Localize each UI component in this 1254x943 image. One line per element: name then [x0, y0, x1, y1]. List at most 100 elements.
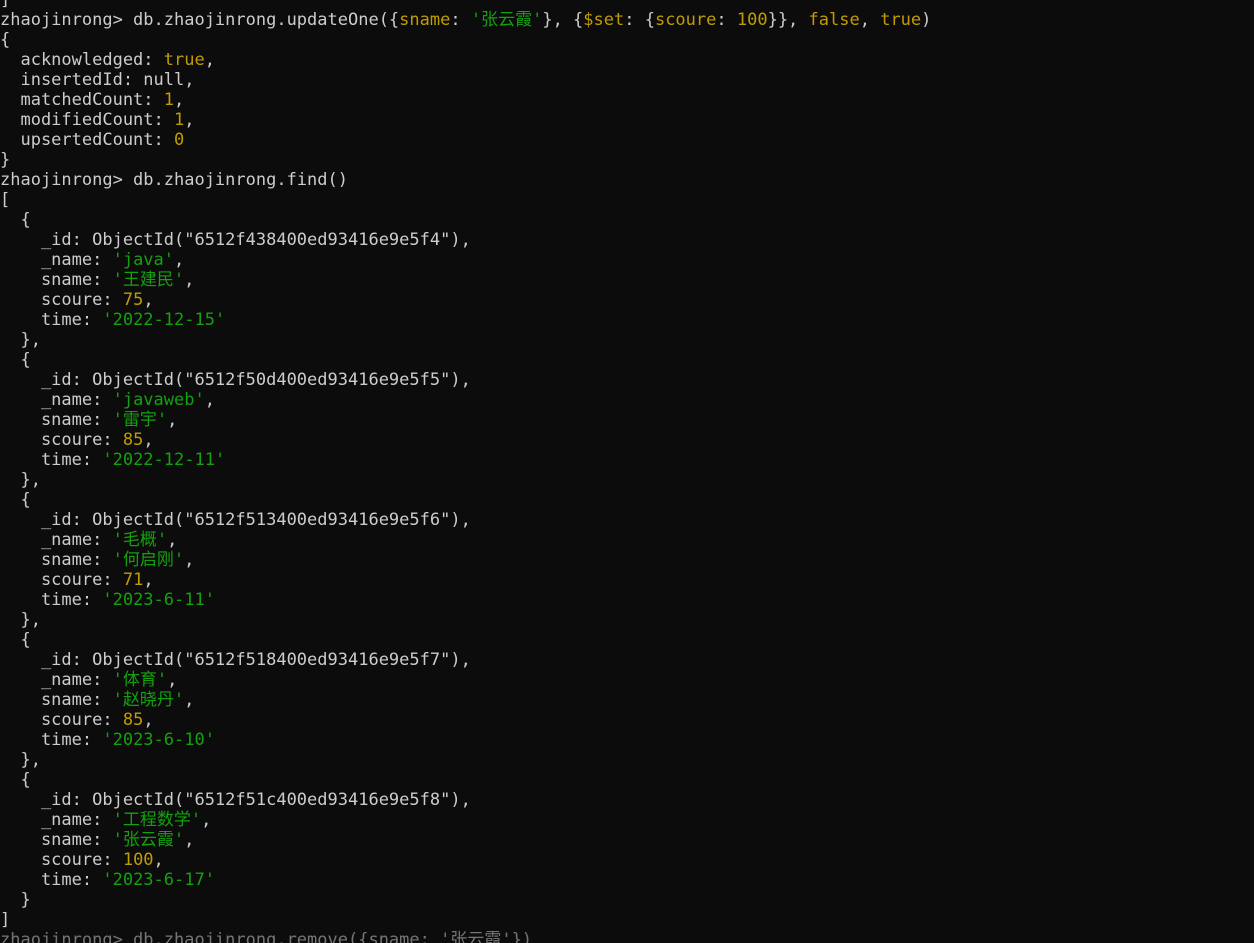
terminal-line: sname: '王建民', — [0, 270, 194, 290]
terminal-line: scoure: 85, — [0, 710, 154, 730]
terminal-text: _id: ObjectId("6512f50d400ed93416e9e5f5"… — [0, 370, 471, 390]
terminal-text: , — [143, 570, 154, 590]
terminal-text: false — [808, 10, 860, 30]
terminal-text: '雷宇' — [112, 410, 168, 430]
terminal-text: _name: — [0, 390, 113, 410]
terminal-text: time: — [0, 310, 103, 330]
terminal-text: _id: ObjectId("6512f438400ed93416e9e5f4"… — [0, 230, 471, 250]
terminal-text: 75 — [122, 290, 144, 310]
terminal-text: '2023-6-17' — [102, 870, 215, 890]
terminal-text: $set — [583, 10, 625, 30]
terminal-line: _id: ObjectId("6512f51c400ed93416e9e5f8"… — [0, 790, 471, 810]
terminal-line: acknowledged: true, — [0, 50, 215, 70]
terminal-text: ] — [0, 0, 11, 10]
terminal-text: , — [174, 90, 185, 110]
terminal-text: , — [167, 410, 178, 430]
terminal-text: , — [184, 550, 195, 570]
terminal-line: { — [0, 350, 30, 370]
terminal-line: _name: '工程数学', — [0, 810, 211, 830]
terminal-text: time: — [0, 870, 103, 890]
terminal-line: sname: '张云霞', — [0, 830, 194, 850]
terminal-line: scoure: 100, — [0, 850, 164, 870]
terminal-text: } — [0, 890, 31, 910]
terminal-text: zhaojinrong> db.zhaojinrong.updateOne({ — [0, 10, 400, 30]
terminal-text: { — [0, 770, 31, 790]
terminal-line: time: '2022-12-11' — [0, 450, 225, 470]
terminal-line: upsertedCount: 0 — [0, 130, 184, 150]
terminal-text: time: — [0, 730, 103, 750]
terminal-text: '王建民' — [112, 270, 185, 290]
terminal-text: : — [450, 10, 471, 30]
terminal-line: } — [0, 150, 10, 170]
terminal-text: modifiedCount: — [0, 110, 174, 130]
terminal-text: 100 — [122, 850, 154, 870]
terminal-text: _id: ObjectId("6512f518400ed93416e9e5f7"… — [0, 650, 471, 670]
terminal-line: time: '2023-6-11' — [0, 590, 215, 610]
terminal-text: , — [184, 270, 195, 290]
terminal-text: , — [859, 10, 881, 30]
terminal-text: _name: — [0, 670, 113, 690]
terminal-line: { — [0, 770, 31, 790]
terminal-line: _name: 'java', — [0, 250, 184, 270]
terminal-text: , — [184, 110, 195, 130]
terminal-text: zhaojinrong> db.zhaojinrong.remove({snam… — [0, 930, 533, 943]
terminal-text: { — [0, 210, 31, 230]
terminal-text: '毛概' — [112, 530, 168, 550]
terminal-text: { — [0, 30, 11, 50]
terminal-line: scoure: 85, — [0, 430, 154, 450]
terminal-text: sname: — [0, 830, 113, 850]
terminal-line: _id: ObjectId("6512f50d400ed93416e9e5f5"… — [0, 370, 471, 390]
terminal-line: }, — [0, 470, 40, 490]
terminal-text: true — [880, 10, 922, 30]
terminal-text: }, { — [542, 10, 584, 30]
terminal-text: time: — [0, 450, 103, 470]
terminal-line: }, — [0, 330, 40, 350]
terminal-line: zhaojinrong> db.zhaojinrong.find() — [0, 170, 348, 190]
terminal-text: scoure: — [0, 570, 123, 590]
terminal-text: upsertedCount: — [0, 130, 174, 150]
terminal-line: _id: ObjectId("6512f518400ed93416e9e5f7"… — [0, 650, 471, 670]
terminal-line: scoure: 75, — [0, 290, 154, 310]
terminal-text: '张云霞' — [112, 830, 185, 850]
terminal-text: 1 — [174, 110, 185, 130]
terminal-line: [ — [0, 190, 10, 210]
terminal-text: 'java' — [112, 250, 175, 270]
terminal-text: [ — [0, 190, 11, 210]
terminal-line: ] — [0, 910, 10, 930]
terminal-text: scoure: — [0, 290, 123, 310]
terminal-text: zhaojinrong> db.zhaojinrong.find() — [0, 170, 348, 190]
terminal-line: matchedCount: 1, — [0, 90, 184, 110]
terminal-line: { — [0, 490, 30, 510]
terminal-window[interactable]: ] zhaojinrong> db.zhaojinrong.updateOne({… — [0, 0, 1254, 943]
terminal-text: }}, — [767, 10, 809, 30]
terminal-text: insertedId: null, — [0, 70, 195, 90]
terminal-text: , — [143, 430, 154, 450]
terminal-text: : { — [624, 10, 655, 30]
terminal-text: , — [184, 690, 195, 710]
terminal-text: '2023-6-10' — [102, 730, 215, 750]
terminal-text: _name: — [0, 250, 113, 270]
terminal-text: acknowledged: — [0, 50, 164, 70]
terminal-line: _name: '毛概', — [0, 530, 177, 550]
terminal-line: }, — [0, 610, 41, 630]
terminal-text: _id: ObjectId("6512f51c400ed93416e9e5f8"… — [0, 790, 471, 810]
terminal-text: 0 — [174, 130, 185, 150]
terminal-text: , — [204, 50, 215, 70]
terminal-text: 100 — [736, 10, 768, 30]
terminal-text: 85 — [122, 430, 144, 450]
terminal-text: sname: — [0, 690, 113, 710]
terminal-text: '工程数学' — [112, 810, 202, 830]
terminal-line: zhaojinrong> db.zhaojinrong.updateOne({ s… — [0, 10, 931, 30]
terminal-text: scoure: — [0, 710, 123, 730]
terminal-text: scoure — [654, 10, 717, 30]
terminal-line: time: '2023-6-10' — [0, 730, 215, 750]
terminal-text: scoure: — [0, 430, 123, 450]
terminal-text: '体育' — [112, 670, 168, 690]
terminal-text: , — [184, 830, 195, 850]
terminal-text: '张云霞' — [470, 10, 543, 30]
terminal-text: }, — [0, 750, 41, 770]
terminal-text: , — [174, 250, 185, 270]
terminal-text: , — [143, 290, 154, 310]
terminal-text: }, — [0, 610, 41, 630]
terminal-line: _id: ObjectId("6512f513400ed93416e9e5f6"… — [0, 510, 471, 530]
